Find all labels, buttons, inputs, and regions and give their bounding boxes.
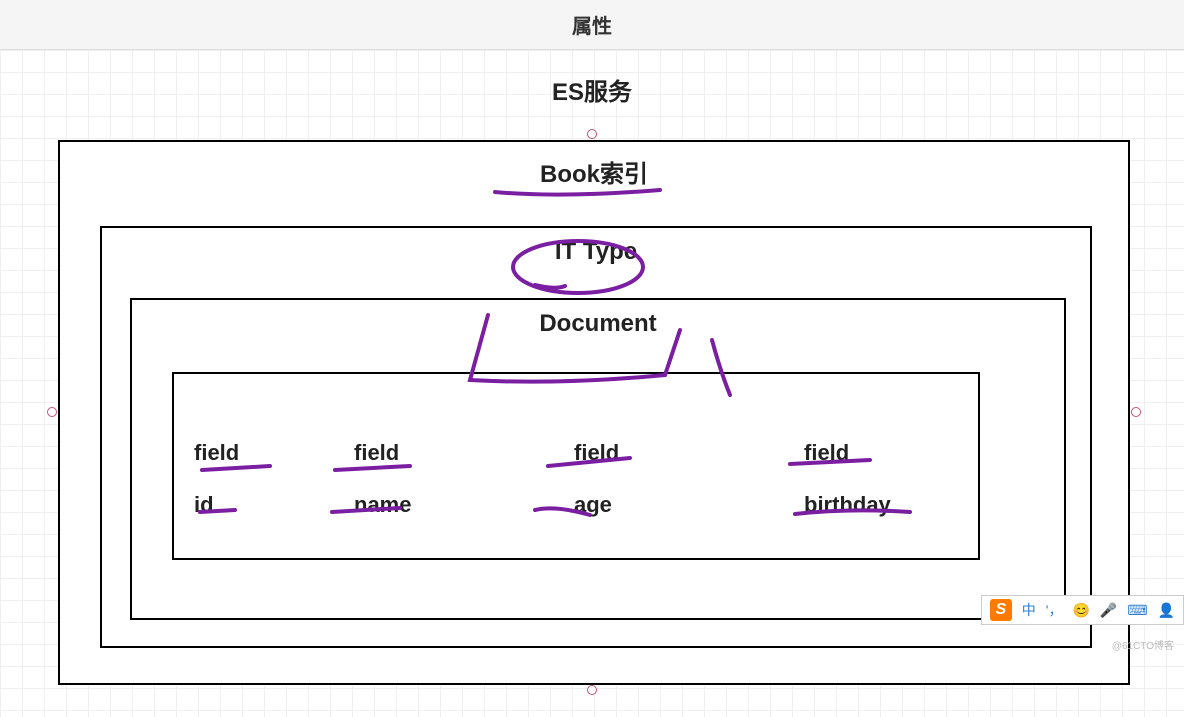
document-box: Document field id field name field age [130, 298, 1066, 620]
field-item: field age [574, 413, 804, 519]
user-icon[interactable]: 👤 [1158, 602, 1175, 619]
field-label: field [354, 440, 399, 465]
ime-logo-icon[interactable]: S [990, 599, 1012, 621]
selection-handle-bottom[interactable] [587, 685, 597, 695]
document-title: Document [132, 310, 1064, 338]
ime-lang-indicator[interactable]: 中 [1022, 600, 1036, 620]
type-box: IT Type Document field id field name fie… [100, 226, 1092, 648]
service-title: ES服务 [0, 72, 1184, 107]
header-bar: 属性 [0, 0, 1184, 50]
watermark-text: @61CTO博客 [1112, 637, 1174, 652]
fields-box: field id field name field age field birt… [172, 372, 980, 560]
field-name: name [354, 492, 411, 517]
diagram-canvas[interactable]: ES服务 Book索引 IT Type Document field id fi… [0, 50, 1184, 717]
index-title: Book索引 [60, 154, 1128, 189]
field-label: field [574, 440, 619, 465]
field-label: field [804, 440, 849, 465]
field-name: birthday [804, 492, 891, 517]
ime-punct-indicator[interactable]: '， [1046, 600, 1063, 620]
field-name: age [574, 492, 612, 517]
field-item: field birthday [804, 413, 958, 519]
field-label: field [194, 440, 239, 465]
ime-toolbar[interactable]: S 中 '， 😊 🎤 ⌨ 👤 [981, 595, 1184, 625]
header-title: 属性 [572, 10, 612, 39]
mic-icon[interactable]: 🎤 [1100, 602, 1117, 619]
emoji-icon[interactable]: 😊 [1072, 602, 1089, 619]
selection-handle-right[interactable] [1131, 407, 1141, 417]
selection-handle-top[interactable] [587, 129, 597, 139]
field-item: field name [354, 413, 574, 519]
keyboard-icon[interactable]: ⌨ [1127, 602, 1147, 619]
selection-handle-left[interactable] [47, 407, 57, 417]
field-item: field id [194, 413, 354, 519]
index-box[interactable]: Book索引 IT Type Document field id field n… [58, 140, 1130, 685]
type-title: IT Type [102, 238, 1090, 266]
field-name: id [194, 492, 214, 517]
